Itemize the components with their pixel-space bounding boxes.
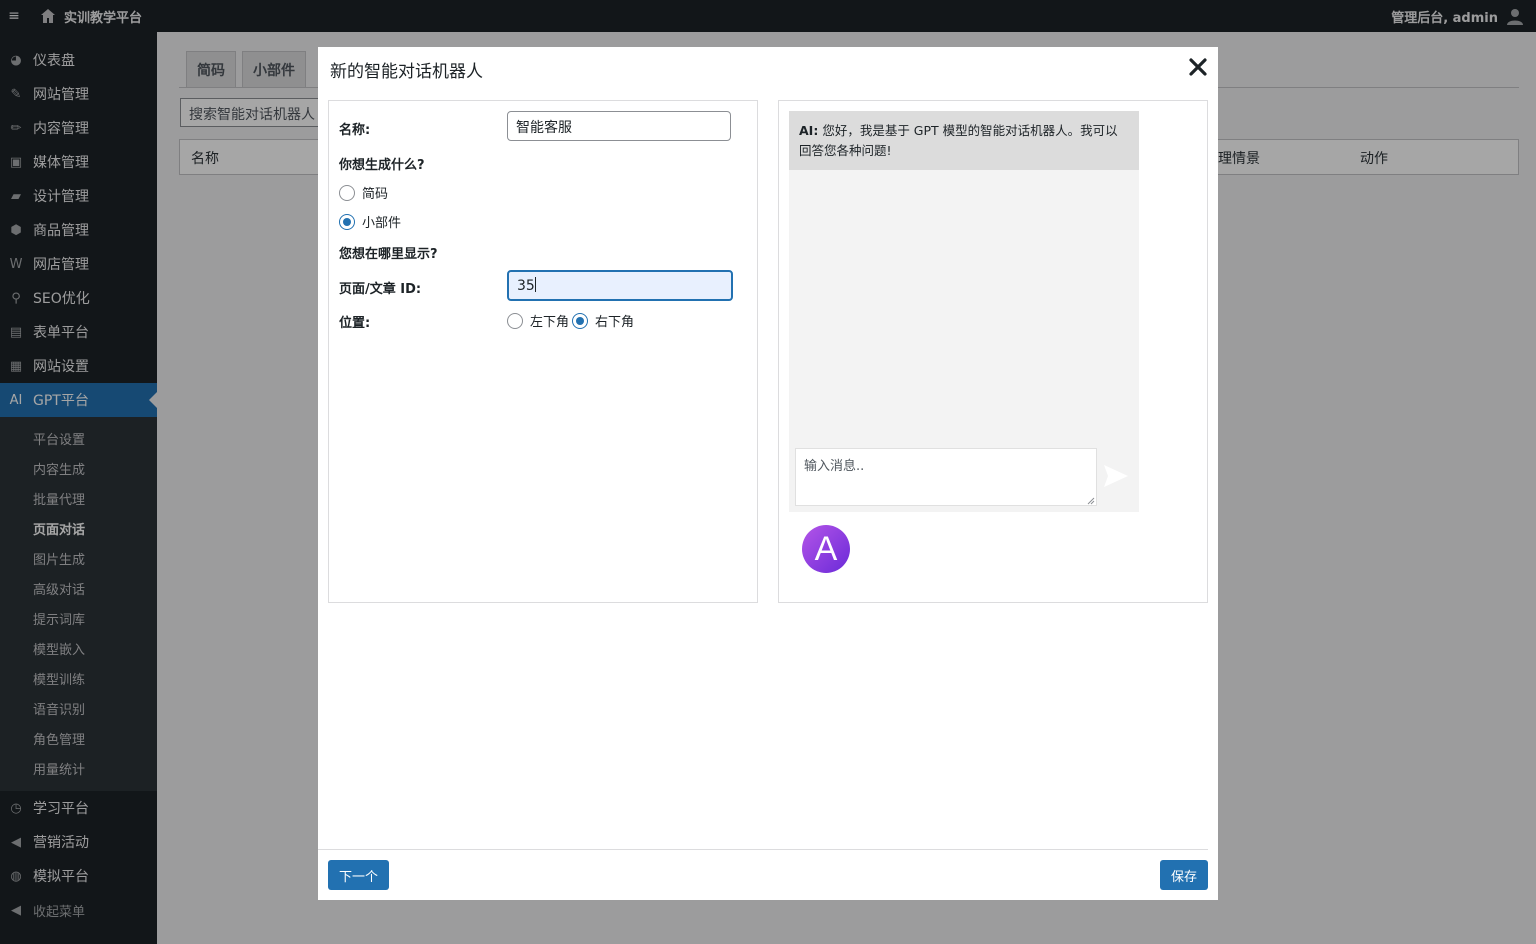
radio-bottom-left[interactable] bbox=[507, 312, 523, 329]
radio-bottom-right[interactable] bbox=[572, 312, 588, 329]
radio-widget[interactable] bbox=[339, 213, 355, 230]
generate-question: 你想生成什么? bbox=[339, 158, 425, 173]
radio-option-shortcode[interactable]: 简码 bbox=[339, 183, 388, 202]
position-label: 位置: bbox=[339, 316, 371, 331]
radio-shortcode[interactable] bbox=[339, 184, 355, 201]
resize-handle-icon bbox=[1087, 497, 1095, 505]
radio-label: 简码 bbox=[362, 187, 389, 202]
modal-title: 新的智能对话机器人 bbox=[330, 62, 483, 82]
display-question: 您想在哪里显示? bbox=[339, 247, 438, 262]
new-chatbot-modal: 新的智能对话机器人 名称: 智能客服 你想生成什么? 简码 小部件 您想在哪里显… bbox=[318, 47, 1218, 900]
chat-window-preview: AI: 您好，我是基于 GPT 模型的智能对话机器人。我可以回答您各种问题! 输… bbox=[789, 111, 1139, 512]
radio-label: 右下角 bbox=[595, 315, 635, 330]
chat-preview-panel: AI: 您好，我是基于 GPT 模型的智能对话机器人。我可以回答您各种问题! 输… bbox=[778, 100, 1208, 603]
close-button[interactable] bbox=[1186, 55, 1210, 79]
avatar-letter: A bbox=[814, 529, 838, 568]
radio-option-bottom-right[interactable]: 右下角 bbox=[572, 311, 634, 330]
page-id-label: 页面/文章 ID: bbox=[339, 282, 422, 297]
radio-option-widget[interactable]: 小部件 bbox=[339, 212, 401, 231]
ai-message-text: 您好，我是基于 GPT 模型的智能对话机器人。我可以回答您各种问题! bbox=[799, 123, 1118, 158]
name-label: 名称: bbox=[339, 123, 371, 138]
radio-label: 左下角 bbox=[530, 315, 570, 330]
radio-option-bottom-left[interactable]: 左下角 bbox=[507, 311, 569, 330]
footer-divider bbox=[318, 849, 1208, 850]
settings-panel: 名称: 智能客服 你想生成什么? 简码 小部件 您想在哪里显示? 页面/文章 I… bbox=[328, 100, 758, 603]
next-button[interactable]: 下一个 bbox=[328, 860, 390, 890]
send-icon[interactable] bbox=[1103, 463, 1129, 489]
save-button[interactable]: 保存 bbox=[1159, 860, 1208, 890]
ai-greeting-message: AI: 您好，我是基于 GPT 模型的智能对话机器人。我可以回答您各种问题! bbox=[789, 111, 1139, 170]
chat-message-input[interactable]: 输入消息.. bbox=[795, 448, 1097, 506]
page-id-input[interactable]: 35 bbox=[507, 270, 733, 301]
radio-label: 小部件 bbox=[362, 216, 402, 231]
ai-prefix: AI: bbox=[799, 123, 819, 138]
chatbot-name-input[interactable]: 智能客服 bbox=[507, 111, 731, 141]
text-cursor bbox=[534, 277, 536, 292]
page-id-value: 35 bbox=[517, 278, 535, 294]
chatbot-launcher-avatar[interactable]: A bbox=[802, 525, 850, 573]
close-icon bbox=[1189, 58, 1207, 76]
